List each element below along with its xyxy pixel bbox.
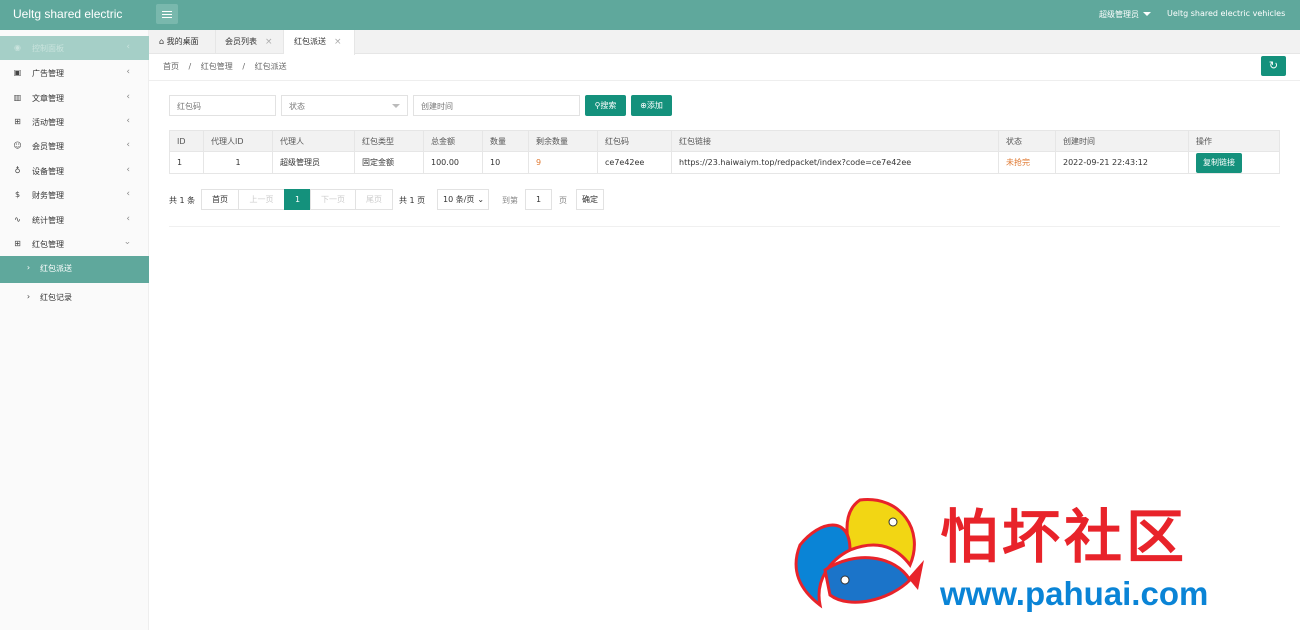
money-icon: $ <box>14 190 21 199</box>
plus-circle-icon: ⊕ <box>640 101 647 110</box>
breadcrumb-redpacket[interactable]: 红包管理 <box>201 62 233 71</box>
home-icon: ⌂ <box>159 37 165 46</box>
redpacket-table: ID 代理人ID 代理人 红包类型 总金额 数量 剩余数量 红包码 红包链接 状… <box>169 130 1280 174</box>
close-icon[interactable]: × <box>265 37 273 47</box>
col-agent-id: 代理人ID <box>203 130 273 152</box>
sidebar-item-members[interactable]: ☺ 会员管理 ‹ <box>0 134 149 158</box>
code-input[interactable]: 红包码 <box>169 95 276 116</box>
user-icon: ☺ <box>13 141 22 150</box>
sidebar-item-finance[interactable]: $ 财务管理 ‹ <box>0 183 149 207</box>
caret-down-icon <box>392 104 400 108</box>
chevron-left-icon: ‹ <box>126 189 130 199</box>
chevron-left-icon: ‹ <box>126 116 130 126</box>
sidebar-subitem-redpacket-records[interactable]: › 红包记录 <box>0 285 149 309</box>
goto-confirm-button[interactable]: 确定 <box>576 189 604 210</box>
gift-icon: ⊞ <box>14 239 21 248</box>
pager-first[interactable]: 首页 <box>201 189 239 210</box>
pager-pages: 共 1 页 <box>399 196 426 205</box>
site-link[interactable]: Ueltg shared electric vehicles <box>1167 9 1285 18</box>
breadcrumb-home[interactable]: 首页 <box>163 62 179 71</box>
chevron-left-icon: ‹ <box>126 165 130 175</box>
sidebar-item-articles[interactable]: ▥ 文章管理 ‹ <box>0 86 149 110</box>
breadcrumb-current: 红包派送 <box>254 62 287 71</box>
col-link: 红包链接 <box>671 130 999 152</box>
pager-total: 共 1 条 <box>169 196 196 205</box>
search-button[interactable]: ⚲搜索 <box>585 95 626 116</box>
sidebar-item-redpacket[interactable]: ⊞ 红包管理 ‹ <box>0 232 149 256</box>
chevron-right-icon: › <box>26 292 31 301</box>
sidebar-item-dashboard[interactable]: ◉ 控制面板 ‹ <box>0 36 149 60</box>
col-agent: 代理人 <box>272 130 355 152</box>
chevron-left-icon: ‹ <box>126 92 130 102</box>
chevron-right-icon: › <box>26 263 31 272</box>
col-id: ID <box>169 130 204 152</box>
sidebar-subitem-redpacket-send[interactable]: › 红包派送 <box>0 256 149 283</box>
close-icon[interactable]: × <box>334 37 342 47</box>
tab-bar: ⌂ 我的桌面 会员列表 × 红包派送 × <box>149 30 1300 55</box>
chevron-left-icon: ‹ <box>126 67 130 77</box>
pulse-icon: ∿ <box>14 215 21 224</box>
top-header: Ueltg shared electric 超级管理员 Ueltg shared… <box>0 0 1300 30</box>
book-icon: ▥ <box>13 93 22 102</box>
sidebar-item-stats[interactable]: ∿ 统计管理 ‹ <box>0 208 149 232</box>
chevron-down-icon: ⌄ <box>477 195 485 204</box>
dashboard-icon: ◉ <box>14 43 21 52</box>
table-row: 1 1 超级管理员 固定金额 100.00 10 9 ce7e42ee http… <box>169 151 1280 174</box>
chevron-left-icon: ‹ <box>126 140 130 150</box>
caret-down-icon <box>1143 12 1151 16</box>
col-count: 数量 <box>482 130 529 152</box>
sidebar-item-devices[interactable]: ♁ 设备管理 ‹ <box>0 159 149 183</box>
col-total: 总金额 <box>423 130 483 152</box>
pager-next[interactable]: 下一页 <box>310 189 356 210</box>
chevron-left-icon: ‹ <box>126 42 130 52</box>
fish-logo <box>794 498 924 609</box>
chevron-down-icon: ‹ <box>123 241 134 245</box>
chevron-left-icon: ‹ <box>126 214 130 224</box>
watermark-url: www.pahuai.com <box>940 575 1209 612</box>
tab-redpacket-send[interactable]: 红包派送 × <box>284 30 355 55</box>
bike-icon: ♁ <box>14 166 21 175</box>
watermark-text: 怕坏社区 <box>940 503 1189 571</box>
add-button[interactable]: ⊕添加 <box>631 95 672 116</box>
watermark: 怕坏社区 www.pahuai.com <box>790 490 1290 625</box>
pager-prev[interactable]: 上一页 <box>238 189 285 210</box>
user-menu[interactable]: 超级管理员 <box>1099 9 1151 20</box>
refresh-button[interactable]: ↻ <box>1261 56 1286 76</box>
gift-icon: ⊞ <box>14 117 21 126</box>
status-badge: 未抢完 <box>998 151 1056 174</box>
tab-desktop[interactable]: ⌂ 我的桌面 <box>149 30 216 54</box>
page-size-select[interactable]: 10 条/页 ⌄ <box>437 189 489 210</box>
status-select[interactable]: 状态 <box>281 95 408 116</box>
pager-current[interactable]: 1 <box>284 189 311 210</box>
pager-last[interactable]: 尾页 <box>355 189 393 210</box>
created-time-input[interactable]: 创建时间 <box>413 95 580 116</box>
image-icon: ▣ <box>13 68 22 77</box>
breadcrumb: 首页 / 红包管理 / 红包派送 <box>163 62 287 71</box>
refresh-icon: ↻ <box>1268 59 1279 72</box>
col-created: 创建时间 <box>1055 130 1189 152</box>
goto-page-input[interactable]: 1 <box>525 189 552 210</box>
divider <box>169 226 1280 227</box>
col-type: 红包类型 <box>354 130 424 152</box>
col-code: 红包码 <box>597 130 672 152</box>
goto-label: 到第 <box>502 196 518 205</box>
sidebar-item-activities[interactable]: ⊞ 活动管理 ‹ <box>0 110 149 134</box>
sidebar: ◉ 控制面板 ‹ ▣ 广告管理 ‹ ▥ 文章管理 ‹ ⊞ 活动管理 ‹ ☺ 会员… <box>0 30 149 630</box>
menu-toggle-button[interactable] <box>156 4 178 24</box>
hamburger-icon <box>162 11 172 12</box>
divider <box>149 80 1300 81</box>
copy-link-button[interactable]: 复制链接 <box>1196 152 1242 173</box>
app-brand[interactable]: Ueltg shared electric <box>13 7 122 21</box>
tab-member-list[interactable]: 会员列表 × <box>216 30 284 54</box>
col-action: 操作 <box>1188 130 1280 152</box>
user-name: 超级管理员 <box>1099 10 1139 19</box>
sidebar-item-ads[interactable]: ▣ 广告管理 ‹ <box>0 61 149 85</box>
col-remaining: 剩余数量 <box>528 130 598 152</box>
table-header-row: ID 代理人ID 代理人 红包类型 总金额 数量 剩余数量 红包码 红包链接 状… <box>169 130 1280 152</box>
page-unit-label: 页 <box>559 196 567 205</box>
col-status: 状态 <box>998 130 1056 152</box>
